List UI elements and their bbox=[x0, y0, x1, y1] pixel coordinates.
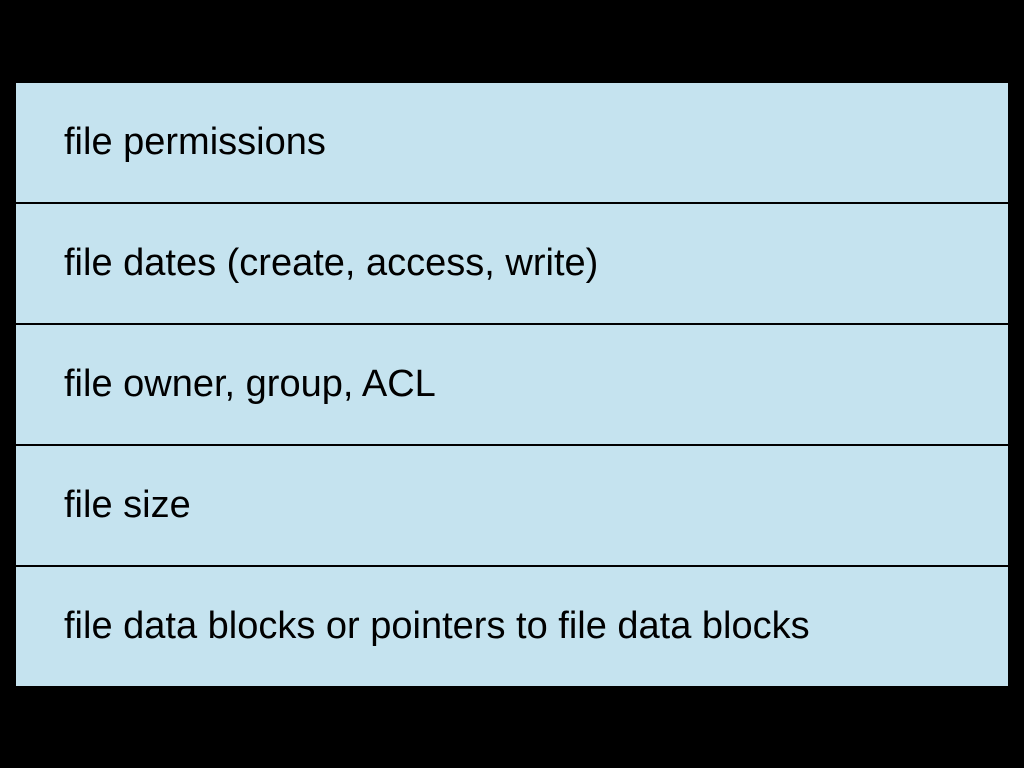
table-row: file permissions bbox=[16, 83, 1008, 204]
row-label: file permissions bbox=[64, 121, 326, 163]
row-label: file dates (create, access, write) bbox=[64, 242, 598, 284]
row-label: file size bbox=[64, 484, 191, 526]
table-row: file dates (create, access, write) bbox=[16, 204, 1008, 325]
fcb-diagram-table: file permissions file dates (create, acc… bbox=[14, 81, 1010, 688]
table-row: file data blocks or pointers to file dat… bbox=[16, 567, 1008, 686]
table-row: file size bbox=[16, 446, 1008, 567]
row-label: file owner, group, ACL bbox=[64, 363, 436, 405]
table-row: file owner, group, ACL bbox=[16, 325, 1008, 446]
row-label: file data blocks or pointers to file dat… bbox=[64, 605, 810, 647]
